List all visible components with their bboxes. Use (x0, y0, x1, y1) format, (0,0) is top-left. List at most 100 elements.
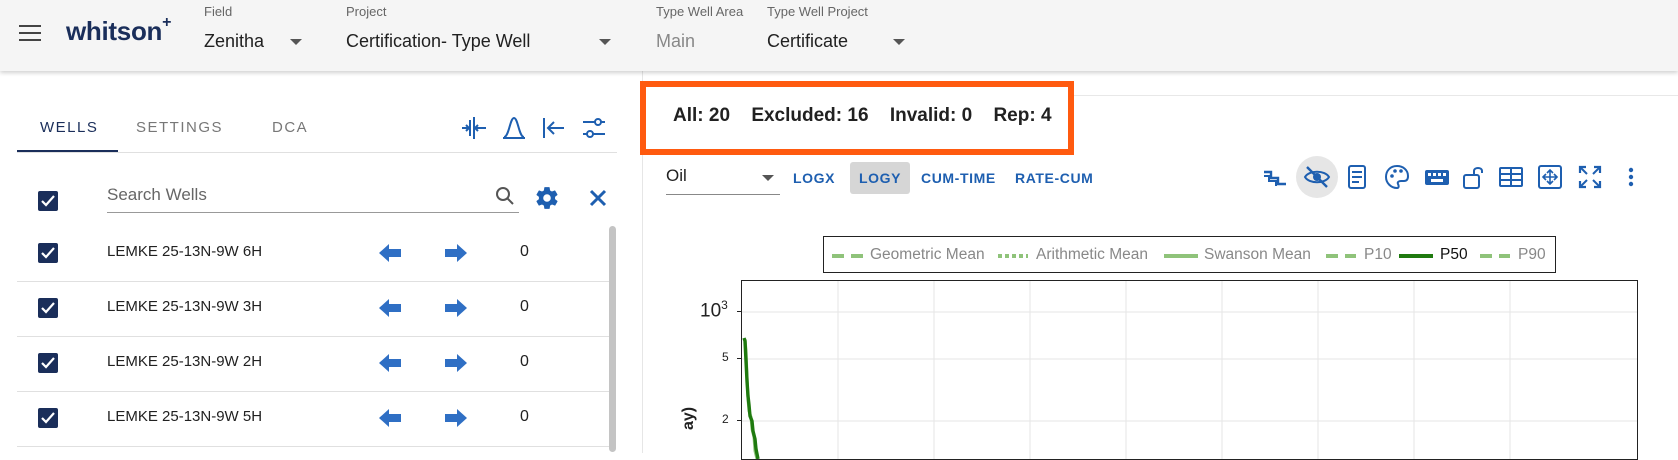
y-tick-mark (737, 311, 741, 312)
search-input[interactable] (107, 178, 467, 212)
type-well-area-label: Type Well Area (656, 4, 744, 19)
field-select[interactable]: Field Zenitha (204, 4, 304, 52)
arrow-right-icon[interactable] (444, 297, 468, 319)
legend-arithmetic-mean[interactable]: Arithmetic Mean (1036, 246, 1148, 264)
arrow-left-icon[interactable] (378, 407, 402, 429)
well-value: 0 (520, 353, 529, 370)
logy-button[interactable]: LOGY (850, 162, 911, 194)
p90-swatch (1480, 254, 1510, 258)
type-well-project-label: Type Well Project (767, 4, 868, 19)
y-tick-1000: 103 (700, 298, 728, 322)
geometric-mean-swatch (832, 254, 868, 258)
chart-legend: Geometric Mean Arithmetic Mean Swanson M… (823, 236, 1556, 273)
row-checkbox[interactable] (38, 353, 58, 373)
y-tick-5: 5 (722, 350, 729, 364)
phase-chevron-down-icon[interactable] (762, 175, 774, 181)
tab-dca[interactable]: DCA (272, 119, 308, 136)
filter-settings-icon[interactable] (580, 114, 608, 142)
type-well-project-select[interactable]: Type Well Project Certificate (767, 4, 907, 52)
project-select[interactable]: Project Certification- Type Well (346, 4, 616, 52)
distribution-curve-icon[interactable] (500, 114, 528, 142)
split-columns-icon[interactable] (460, 114, 488, 142)
p10-swatch (1326, 254, 1356, 258)
legend-p50[interactable]: P50 (1440, 246, 1468, 264)
logx-button[interactable]: LOGX (784, 162, 844, 194)
legend-swanson-mean[interactable]: Swanson Mean (1204, 246, 1311, 264)
well-value: 0 (520, 243, 529, 260)
tab-wells[interactable]: WELLS (40, 119, 98, 136)
tab-divider (17, 152, 617, 153)
well-value: 0 (520, 408, 529, 425)
stats-highlight: All: 20 Excluded: 16 Invalid: 0 Rep: 4 (640, 81, 1074, 155)
top-bar: whitson+ Field Zenitha Project Certifica… (0, 0, 1678, 71)
table-row[interactable]: LEMKE 25-13N-9W 2H 0 (17, 336, 613, 392)
type-well-project-value: Certificate (767, 31, 849, 51)
lock-open-icon[interactable] (1458, 162, 1488, 192)
y-tick-mark (737, 420, 741, 421)
hamburger-menu-icon[interactable] (19, 25, 41, 43)
well-value: 0 (520, 298, 529, 315)
well-name: LEMKE 25-13N-9W 3H (107, 298, 263, 315)
arrow-left-icon[interactable] (378, 242, 402, 264)
table-row[interactable]: LEMKE 25-13N-9W 3H 0 (17, 281, 613, 337)
gear-icon[interactable] (534, 185, 560, 211)
tab-settings[interactable]: SETTINGS (136, 119, 223, 136)
stat-all: All: 20 (673, 105, 731, 126)
row-checkbox[interactable] (38, 298, 58, 318)
table-icon[interactable] (1496, 162, 1526, 192)
arrow-right-icon[interactable] (444, 407, 468, 429)
legend-p10[interactable]: P10 (1364, 246, 1392, 264)
table-row[interactable]: LEMKE 25-13N-9W 5H 0 (17, 391, 613, 447)
arrow-right-icon[interactable] (444, 242, 468, 264)
type-well-area-value: Main (656, 31, 696, 51)
legend-p90[interactable]: P90 (1518, 246, 1546, 264)
stat-excluded: Excluded: 16 (751, 105, 869, 126)
y-tick-mark (737, 358, 741, 359)
y-tick-2: 2 (722, 412, 729, 426)
palette-icon[interactable] (1382, 162, 1412, 192)
row-checkbox[interactable] (38, 243, 58, 263)
project-chevron-down-icon[interactable] (599, 39, 611, 45)
stat-invalid: Invalid: 0 (889, 105, 973, 126)
table-row[interactable]: LEMKE 25-13N-9W 6H 0 (17, 226, 613, 282)
p50-swatch (1399, 254, 1433, 258)
eye-off-icon[interactable] (1302, 162, 1332, 192)
fit-to-screen-icon[interactable] (1535, 162, 1565, 192)
search-icon[interactable] (495, 186, 515, 206)
type-well-project-chevron-down-icon[interactable] (893, 39, 905, 45)
well-name: LEMKE 25-13N-9W 6H (107, 243, 263, 260)
select-all-checkbox[interactable] (38, 191, 58, 211)
legend-geometric-mean[interactable]: Geometric Mean (870, 246, 985, 264)
more-vert-icon[interactable] (1616, 162, 1646, 192)
well-name: LEMKE 25-13N-9W 5H (107, 408, 263, 425)
step-chart-icon[interactable] (1260, 162, 1290, 192)
phase-select[interactable]: Oil (666, 162, 780, 195)
row-checkbox[interactable] (38, 408, 58, 428)
arrow-right-icon[interactable] (444, 352, 468, 374)
scrollbar[interactable] (609, 226, 616, 452)
search-wells-field[interactable] (107, 178, 519, 213)
type-well-area-select[interactable]: Type Well Area Main (656, 4, 756, 52)
active-tab-indicator (17, 150, 118, 152)
plot-grid (742, 281, 1637, 459)
close-icon[interactable] (588, 188, 608, 208)
p50-line (742, 337, 760, 459)
stat-rep: Rep: 4 (993, 105, 1052, 126)
cum-time-button[interactable]: CUM-TIME (912, 162, 1005, 194)
app-logo[interactable]: whitson+ (66, 14, 171, 47)
field-chevron-down-icon[interactable] (290, 39, 302, 45)
arrow-left-icon[interactable] (378, 297, 402, 319)
rate-cum-button[interactable]: RATE-CUM (1006, 162, 1102, 194)
field-value: Zenitha (204, 31, 265, 51)
fullscreen-icon[interactable] (1575, 162, 1605, 192)
well-stats: All: 20 Excluded: 16 Invalid: 0 Rep: 4 (673, 105, 1068, 127)
keyboard-icon[interactable] (1422, 162, 1452, 192)
field-label: Field (204, 4, 233, 19)
plot-area[interactable] (741, 280, 1638, 460)
well-name: LEMKE 25-13N-9W 2H (107, 353, 263, 370)
swanson-mean-swatch (1164, 254, 1198, 258)
arrow-left-icon[interactable] (378, 352, 402, 374)
collapse-left-icon[interactable] (540, 114, 568, 142)
project-label: Project (346, 4, 387, 19)
document-icon[interactable] (1342, 162, 1372, 192)
